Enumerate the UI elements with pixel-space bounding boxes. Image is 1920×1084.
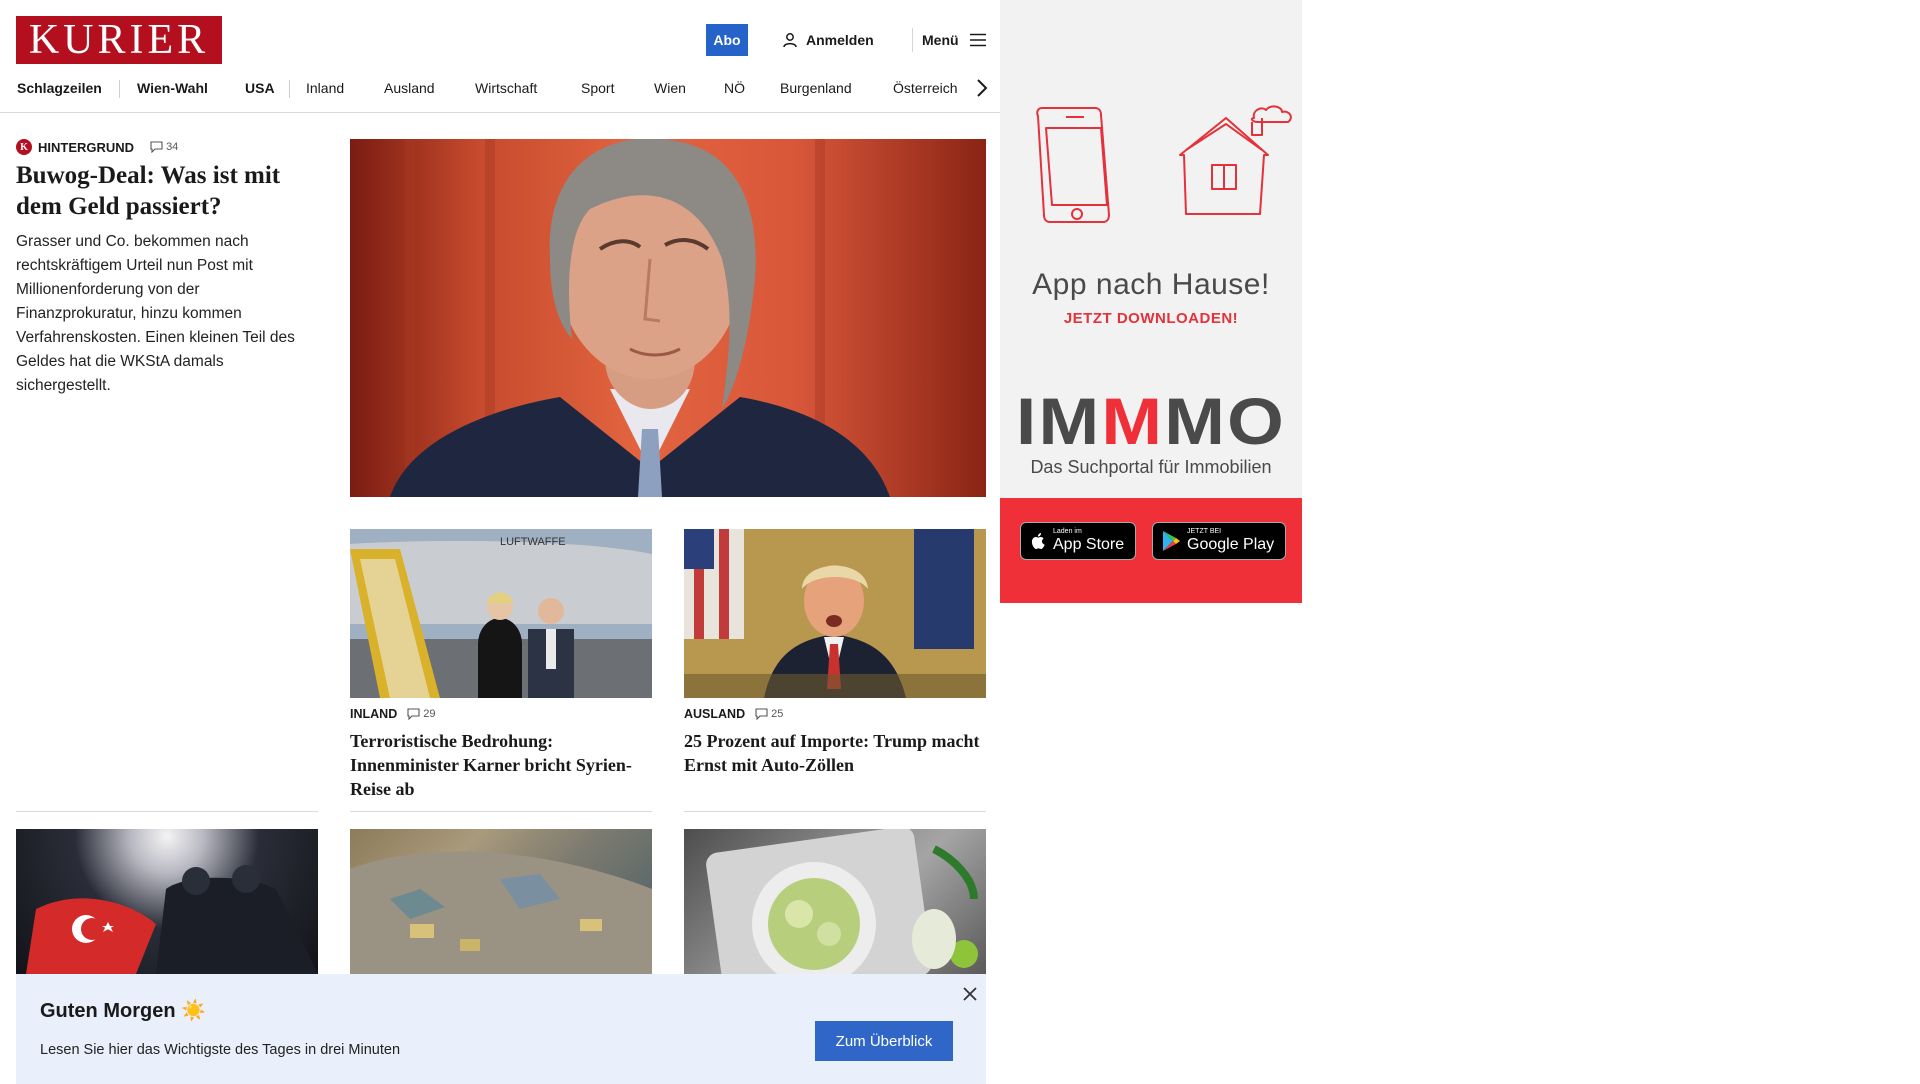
phone-house-illustration	[1036, 105, 1292, 223]
immmo-logo: IM MMO	[1016, 390, 1286, 450]
login-label: Anmelden	[806, 32, 874, 48]
google-play-label: Google Play	[1187, 536, 1275, 553]
banner-title: Guten Morgen ☀️	[40, 1000, 207, 1022]
close-icon[interactable]	[960, 984, 980, 1004]
menu-button[interactable]: Menü	[922, 28, 987, 52]
card-ausland-kicker[interactable]: Ausland 25	[684, 707, 783, 721]
comment-icon	[755, 708, 768, 720]
comment-icon	[150, 141, 163, 153]
protest-illustration	[26, 865, 318, 974]
row-divider	[350, 811, 652, 812]
airplane-illustration: LUFTWAFFE	[350, 529, 652, 698]
app-store-button[interactable]: Laden im App Store	[1020, 522, 1136, 560]
lead-image[interactable]	[350, 139, 986, 497]
card-ausland-comment-count: 25	[771, 708, 784, 720]
card-inland-comment-count: 29	[423, 708, 436, 720]
lead-comments[interactable]: 34	[150, 141, 178, 153]
card-ausland-comments[interactable]: 25	[755, 708, 783, 720]
food-illustration	[706, 829, 978, 974]
immmo-logo-part-1: IM	[1016, 390, 1101, 450]
user-icon	[783, 33, 797, 48]
nav-item-schlagzeilen[interactable]: Schlagzeilen	[17, 72, 102, 104]
banner-subtitle: Lesen Sie hier das Wichtigste des Tages …	[40, 1042, 401, 1058]
press-conference-illustration	[684, 529, 986, 698]
apple-icon	[1031, 533, 1045, 549]
app-store-label: App Store	[1053, 536, 1125, 553]
card-inland-kicker[interactable]: Inland 29	[350, 707, 435, 721]
advertisement[interactable]: App nach Hause! JETZT DOWNLOADEN! IM MMO …	[1000, 0, 1302, 603]
comment-icon	[407, 708, 420, 720]
card-ausland-image[interactable]	[684, 529, 986, 698]
overview-button[interactable]: Zum Überblick	[815, 1021, 953, 1061]
article-image-food[interactable]	[684, 829, 986, 974]
immmo-logo-part-3: MO	[1164, 390, 1286, 450]
row-divider	[16, 811, 318, 812]
nav-item-ausland[interactable]: Ausland	[384, 72, 435, 104]
ad-headline: App nach Hause!	[1032, 268, 1270, 301]
lead-title[interactable]: Buwog-Deal: Was ist mit dem Geld passier…	[16, 160, 316, 222]
google-play-icon	[1163, 531, 1180, 551]
ad-illustration-area: App nach Hause! JETZT DOWNLOADEN! IM MMO …	[1000, 0, 1302, 498]
hamburger-icon	[969, 33, 986, 47]
kurier-logo[interactable]: KURIER	[16, 16, 222, 64]
google-play-small-label: JETZT BEI	[1187, 528, 1222, 535]
portrait-illustration	[350, 139, 986, 497]
kurier-plus-icon: K	[16, 139, 32, 155]
card-ausland-title[interactable]: 25 Prozent auf Importe: Trump macht Erns…	[684, 729, 986, 777]
card-inland-image[interactable]: LUFTWAFFE	[350, 529, 652, 698]
nav-item-oesterreich[interactable]: Österreich	[893, 72, 958, 104]
nav-item-noe[interactable]: NÖ	[724, 72, 745, 104]
login-button[interactable]: Anmelden	[782, 28, 874, 52]
nav-item-burgenland[interactable]: Burgenland	[780, 72, 852, 104]
immmo-logo-part-2: M	[1101, 390, 1164, 450]
chevron-right-icon[interactable]	[972, 77, 992, 99]
morning-briefing-banner: Guten Morgen ☀️ Lesen Sie hier das Wicht…	[16, 974, 986, 1084]
card-inland-comments[interactable]: 29	[407, 708, 435, 720]
app-store-small-label: Laden im	[1053, 528, 1082, 535]
row-divider	[684, 811, 986, 812]
airplane-lettering: LUFTWAFFE	[500, 536, 566, 548]
ad-tagline: Das Suchportal für Immobilien	[1030, 457, 1272, 477]
header-divider	[912, 28, 913, 52]
landfill-illustration	[350, 851, 652, 974]
nav-item-wien-wahl[interactable]: Wien-Wahl	[137, 72, 208, 104]
section-nav: Schlagzeilen Wien-Wahl USA Inland Auslan…	[0, 72, 1000, 113]
svg-text:IMMMO: IM MMO	[1016, 390, 1286, 450]
menu-label: Menü	[922, 32, 959, 48]
ad-cta[interactable]: JETZT DOWNLOADEN!	[1000, 310, 1302, 327]
article-image-landfill[interactable]	[350, 829, 652, 974]
lead-teaser[interactable]: Grasser und Co. bekommen nach rechtskräf…	[16, 230, 316, 398]
google-play-button[interactable]: JETZT BEI Google Play	[1152, 522, 1286, 560]
nav-item-usa[interactable]: USA	[245, 72, 275, 104]
nav-divider	[119, 80, 120, 98]
abo-button[interactable]: Abo	[706, 24, 748, 56]
nav-divider	[289, 80, 290, 98]
article-image-protest[interactable]	[16, 829, 318, 974]
card-inland-section: Inland	[350, 707, 398, 721]
lead-comment-count: 34	[166, 141, 179, 153]
nav-item-wirtschaft[interactable]: Wirtschaft	[475, 72, 537, 104]
lead-kicker[interactable]: K Hintergrund 34	[16, 139, 178, 155]
nav-item-sport[interactable]: Sport	[581, 72, 614, 104]
card-ausland-section: Ausland	[684, 707, 746, 721]
nav-item-inland[interactable]: Inland	[306, 72, 344, 104]
card-inland-title[interactable]: Terroristische Bedrohung: Innenminister …	[350, 729, 652, 801]
lead-section-label: Hintergrund	[38, 139, 135, 155]
nav-item-wien[interactable]: Wien	[654, 72, 686, 104]
